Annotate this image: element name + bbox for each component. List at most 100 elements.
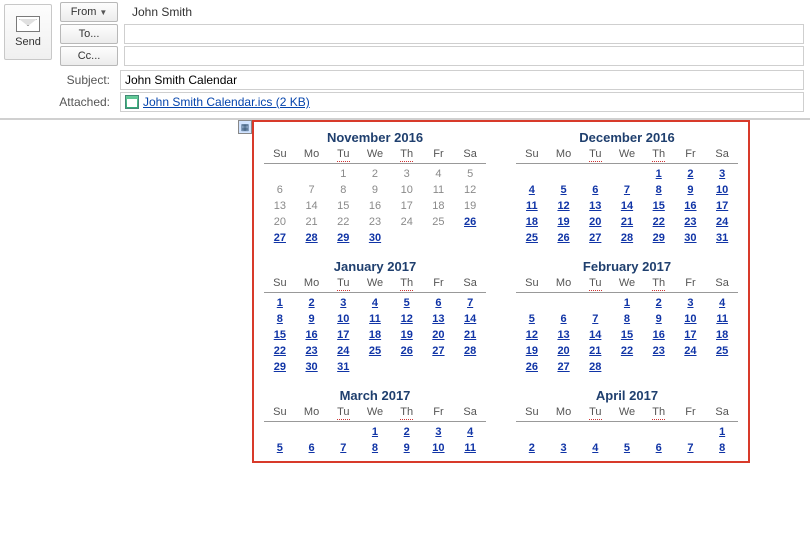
- day-cell[interactable]: 28: [296, 231, 328, 247]
- cc-input[interactable]: [124, 46, 804, 66]
- to-input[interactable]: [124, 24, 804, 44]
- to-button[interactable]: To...: [60, 24, 118, 44]
- day-cell[interactable]: 24: [706, 215, 738, 231]
- day-cell[interactable]: 11: [454, 441, 486, 457]
- day-cell[interactable]: 27: [423, 344, 455, 360]
- day-cell[interactable]: 3: [423, 425, 455, 441]
- day-cell[interactable]: 10: [327, 312, 359, 328]
- day-cell[interactable]: 12: [516, 328, 548, 344]
- day-cell[interactable]: 3: [327, 296, 359, 312]
- day-cell[interactable]: 20: [579, 215, 611, 231]
- day-cell[interactable]: 9: [643, 312, 675, 328]
- day-cell[interactable]: 4: [706, 296, 738, 312]
- subject-input[interactable]: [120, 70, 804, 90]
- paste-options-handle[interactable]: ▦: [238, 120, 252, 134]
- day-cell[interactable]: 6: [423, 296, 455, 312]
- day-cell[interactable]: 14: [579, 328, 611, 344]
- day-cell[interactable]: 4: [516, 183, 548, 199]
- day-cell[interactable]: 23: [675, 215, 707, 231]
- day-cell[interactable]: 11: [706, 312, 738, 328]
- day-cell[interactable]: 21: [611, 215, 643, 231]
- day-cell[interactable]: 14: [611, 199, 643, 215]
- day-cell[interactable]: 22: [611, 344, 643, 360]
- day-cell[interactable]: 13: [423, 312, 455, 328]
- day-cell[interactable]: 30: [359, 231, 391, 247]
- day-cell[interactable]: 26: [548, 231, 580, 247]
- day-cell[interactable]: 19: [391, 328, 423, 344]
- day-cell[interactable]: 9: [296, 312, 328, 328]
- day-cell[interactable]: 17: [706, 199, 738, 215]
- day-cell[interactable]: 5: [548, 183, 580, 199]
- day-cell[interactable]: 19: [548, 215, 580, 231]
- day-cell[interactable]: 7: [454, 296, 486, 312]
- day-cell[interactable]: 12: [391, 312, 423, 328]
- message-body[interactable]: ▦ November 2016SuMoTuWeThFrSa12345678910…: [0, 119, 810, 519]
- day-cell[interactable]: 27: [548, 360, 580, 376]
- attachment-link[interactable]: John Smith Calendar.ics (2 KB): [143, 95, 310, 109]
- day-cell[interactable]: 21: [454, 328, 486, 344]
- day-cell[interactable]: 16: [296, 328, 328, 344]
- day-cell[interactable]: 29: [643, 231, 675, 247]
- cc-button[interactable]: Cc...: [60, 46, 118, 66]
- day-cell[interactable]: 1: [643, 167, 675, 183]
- day-cell[interactable]: 29: [327, 231, 359, 247]
- day-cell[interactable]: 22: [643, 215, 675, 231]
- day-cell[interactable]: 8: [264, 312, 296, 328]
- day-cell[interactable]: 15: [611, 328, 643, 344]
- day-cell[interactable]: 7: [611, 183, 643, 199]
- day-cell[interactable]: 5: [516, 312, 548, 328]
- send-button[interactable]: Send: [4, 4, 52, 60]
- day-cell[interactable]: 8: [706, 441, 738, 457]
- day-cell[interactable]: 5: [391, 296, 423, 312]
- day-cell[interactable]: 17: [327, 328, 359, 344]
- day-cell[interactable]: 16: [675, 199, 707, 215]
- day-cell[interactable]: 7: [327, 441, 359, 457]
- day-cell[interactable]: 15: [643, 199, 675, 215]
- day-cell[interactable]: 11: [359, 312, 391, 328]
- day-cell[interactable]: 27: [264, 231, 296, 247]
- day-cell[interactable]: 18: [359, 328, 391, 344]
- day-cell[interactable]: 2: [643, 296, 675, 312]
- day-cell[interactable]: 7: [675, 441, 707, 457]
- day-cell[interactable]: 28: [579, 360, 611, 376]
- day-cell[interactable]: 8: [611, 312, 643, 328]
- day-cell[interactable]: 6: [643, 441, 675, 457]
- day-cell[interactable]: 25: [359, 344, 391, 360]
- day-cell[interactable]: 1: [359, 425, 391, 441]
- day-cell[interactable]: 24: [327, 344, 359, 360]
- day-cell[interactable]: 27: [579, 231, 611, 247]
- day-cell[interactable]: 13: [579, 199, 611, 215]
- day-cell[interactable]: 23: [296, 344, 328, 360]
- day-cell[interactable]: 26: [391, 344, 423, 360]
- day-cell[interactable]: 5: [611, 441, 643, 457]
- day-cell[interactable]: 20: [548, 344, 580, 360]
- day-cell[interactable]: 6: [548, 312, 580, 328]
- day-cell[interactable]: 16: [643, 328, 675, 344]
- day-cell[interactable]: 5: [264, 441, 296, 457]
- day-cell[interactable]: 6: [579, 183, 611, 199]
- day-cell[interactable]: 20: [423, 328, 455, 344]
- day-cell[interactable]: 8: [359, 441, 391, 457]
- day-cell[interactable]: 18: [706, 328, 738, 344]
- day-cell[interactable]: 1: [264, 296, 296, 312]
- day-cell[interactable]: 4: [359, 296, 391, 312]
- day-cell[interactable]: 13: [548, 328, 580, 344]
- day-cell[interactable]: 22: [264, 344, 296, 360]
- day-cell[interactable]: 1: [706, 425, 738, 441]
- day-cell[interactable]: 4: [579, 441, 611, 457]
- day-cell[interactable]: 9: [391, 441, 423, 457]
- day-cell[interactable]: 2: [675, 167, 707, 183]
- day-cell[interactable]: 7: [579, 312, 611, 328]
- day-cell[interactable]: 15: [264, 328, 296, 344]
- day-cell[interactable]: 24: [675, 344, 707, 360]
- day-cell[interactable]: 30: [296, 360, 328, 376]
- day-cell[interactable]: 10: [423, 441, 455, 457]
- day-cell[interactable]: 25: [706, 344, 738, 360]
- day-cell[interactable]: 10: [706, 183, 738, 199]
- day-cell[interactable]: 2: [516, 441, 548, 457]
- day-cell[interactable]: 28: [454, 344, 486, 360]
- day-cell[interactable]: 12: [548, 199, 580, 215]
- day-cell[interactable]: 3: [548, 441, 580, 457]
- day-cell[interactable]: 19: [516, 344, 548, 360]
- day-cell[interactable]: 1: [611, 296, 643, 312]
